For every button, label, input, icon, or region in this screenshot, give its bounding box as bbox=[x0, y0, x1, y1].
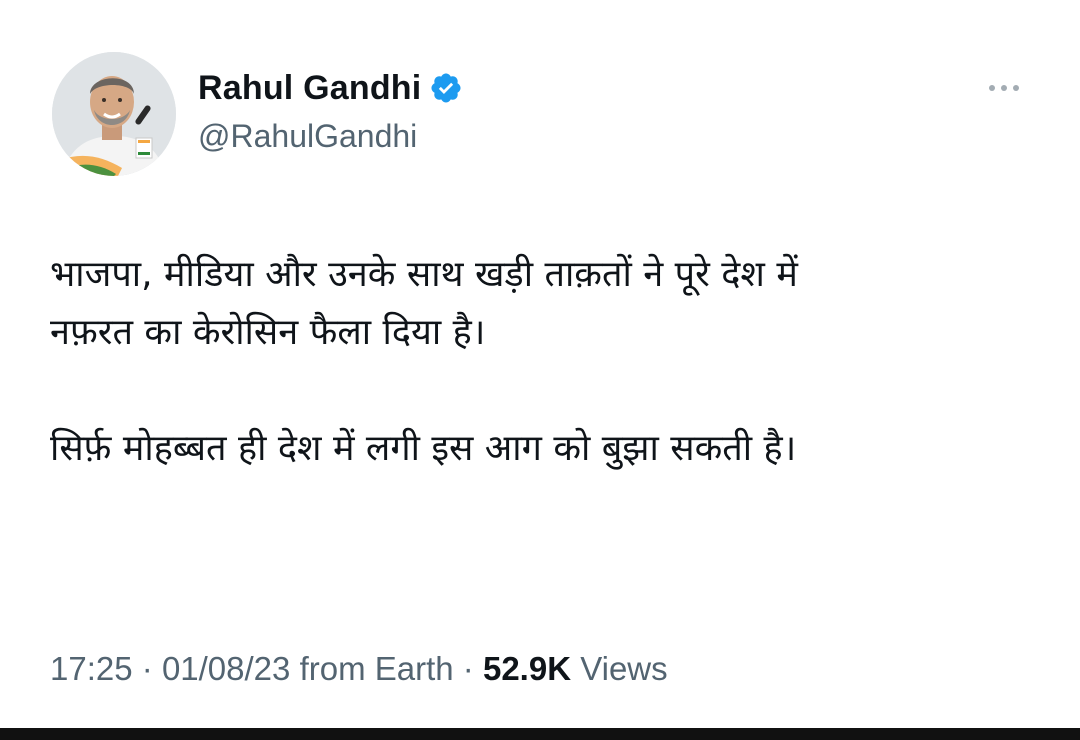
views-count[interactable]: 52.9K bbox=[483, 650, 571, 687]
more-options-button[interactable] bbox=[980, 74, 1028, 102]
tweet-meta: 17:25 · 01/08/23 from Earth · 52.9K View… bbox=[50, 650, 668, 688]
author-name-row: Rahul Gandhi bbox=[198, 66, 463, 110]
verified-badge-icon bbox=[429, 71, 463, 105]
tweet-paragraph-1: भाजपा, मीडिया और उनके साथ खड़ी ताक़तों न… bbox=[50, 246, 1030, 362]
author-display-name[interactable]: Rahul Gandhi bbox=[198, 69, 421, 108]
tweet-time[interactable]: 17:25 bbox=[50, 650, 133, 687]
avatar[interactable] bbox=[52, 52, 176, 176]
tweet-paragraph-2: सिर्फ़ मोहब्बत ही देश में लगी इस आग को ब… bbox=[50, 428, 797, 469]
tweet-paragraph-1-line-2: नफ़रत का केरोसिन फैला दिया है। bbox=[50, 312, 486, 353]
more-options-icon bbox=[989, 85, 1019, 91]
tweet-text: भाजपा, मीडिया और उनके साथ खड़ी ताक़तों न… bbox=[50, 246, 1030, 478]
avatar-photo bbox=[52, 52, 176, 176]
meta-separator-2: · bbox=[462, 650, 474, 687]
bottom-edge-bar bbox=[0, 728, 1080, 740]
tweet-paragraph-1-line-1: भाजपा, मीडिया और उनके साथ खड़ी ताक़तों न… bbox=[50, 254, 798, 295]
author-handle[interactable]: @RahulGandhi bbox=[198, 118, 417, 155]
tweet-date[interactable]: 01/08/23 bbox=[162, 650, 290, 687]
tweet-card: Rahul Gandhi @RahulGandhi भाजपा, मीडिया … bbox=[0, 0, 1080, 728]
tweet-source: from Earth bbox=[299, 650, 454, 687]
meta-separator: · bbox=[141, 650, 153, 687]
views-label: Views bbox=[580, 650, 668, 687]
